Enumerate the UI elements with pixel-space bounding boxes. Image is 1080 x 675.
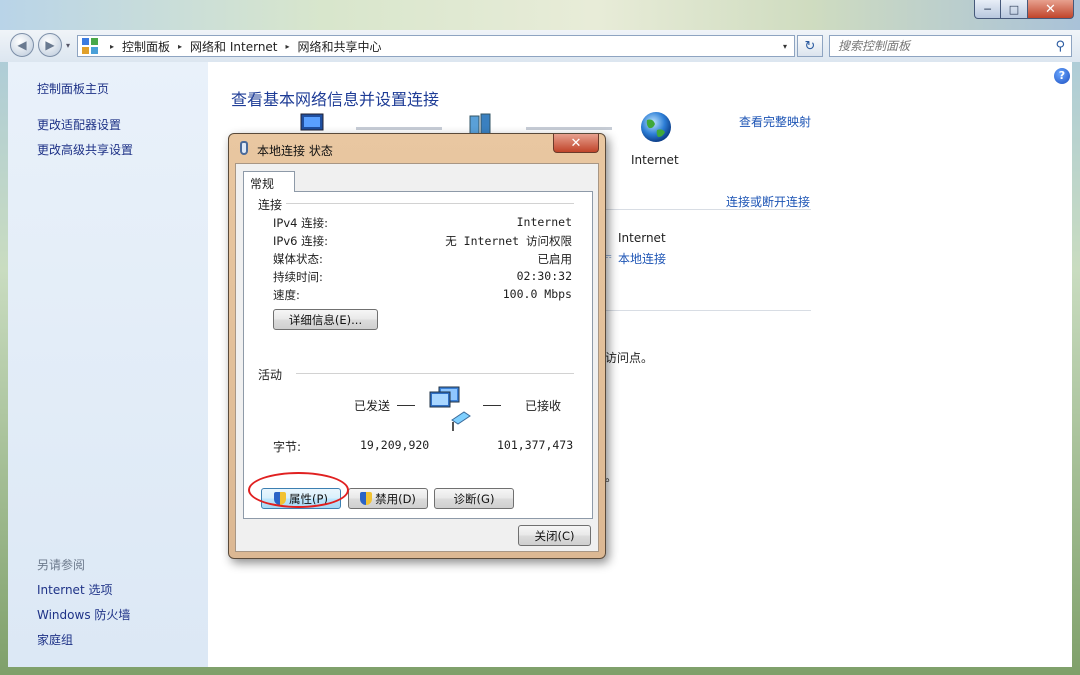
- ipv4-value: Internet: [516, 215, 572, 229]
- left-navigation-pane: 控制面板主页 更改适配器设置 更改高级共享设置 另请参阅 Internet 选项…: [8, 62, 208, 667]
- minimize-button[interactable]: ─: [974, 0, 1001, 19]
- window-caption-buttons: ─ □ ✕: [974, 0, 1074, 19]
- help-icon[interactable]: ?: [1054, 68, 1070, 84]
- disable-button-label: 禁用(D): [375, 491, 416, 506]
- sidebar-link-internet-options[interactable]: Internet 选项: [37, 581, 112, 598]
- activity-group-heading: 活动: [258, 366, 297, 383]
- address-bar[interactable]: ▸ 控制面板 ▸ 网络和 Internet ▸ 网络和共享中心 ▾: [77, 35, 795, 57]
- back-button[interactable]: ◀: [10, 33, 34, 57]
- received-dash: [483, 405, 501, 406]
- breadcrumb-separator-icon[interactable]: ▸: [110, 42, 114, 51]
- media-state-value: 已启用: [537, 252, 573, 266]
- media-state-label: 媒体状态:: [273, 252, 323, 266]
- network-map-connector: [356, 127, 442, 130]
- bytes-sent-value: 19,209,920: [360, 438, 430, 452]
- section-divider: [603, 310, 811, 311]
- window-titlebar: ─ □ ✕: [0, 0, 1080, 30]
- diagnose-button[interactable]: 诊断(G): [434, 488, 514, 509]
- search-icon[interactable]: ⚲: [1055, 39, 1065, 54]
- received-label: 已接收: [525, 399, 562, 413]
- search-box[interactable]: ⚲: [829, 35, 1072, 57]
- connection-plug-icon: [240, 141, 248, 155]
- partial-description-text: 访问点。: [605, 351, 654, 365]
- speed-value: 100.0 Mbps: [502, 287, 572, 301]
- internet-map-label: Internet: [631, 153, 679, 167]
- group-separator: [258, 373, 574, 374]
- sent-dash: [397, 405, 415, 406]
- connection-group-heading: 连接: [258, 196, 287, 213]
- breadcrumb-separator-icon[interactable]: ▸: [178, 42, 182, 51]
- breadcrumb-network-sharing-center[interactable]: 网络和共享中心: [298, 38, 382, 55]
- connect-disconnect-link[interactable]: 连接或断开连接: [726, 193, 810, 210]
- sidebar-link-control-panel-home[interactable]: 控制面板主页: [37, 80, 109, 97]
- general-tab-panel: 连接 IPv4 连接: Internet IPv6 连接: 无 Internet…: [243, 191, 593, 519]
- see-also-heading: 另请参阅: [37, 558, 86, 572]
- breadcrumb-separator-icon[interactable]: ▸: [286, 42, 290, 51]
- local-connection-link[interactable]: 本地连接: [618, 250, 666, 267]
- breadcrumb-control-panel[interactable]: 控制面板: [122, 38, 170, 55]
- highlight-annotation-ellipse: [248, 472, 349, 508]
- duration-value: 02:30:32: [516, 269, 572, 283]
- tab-general[interactable]: 常规: [243, 171, 295, 192]
- dialog-title: 本地连接 状态: [257, 144, 333, 158]
- control-panel-icon: [82, 38, 98, 54]
- recent-pages-dropdown-icon[interactable]: ▾: [66, 41, 70, 50]
- maximize-button[interactable]: □: [1001, 0, 1028, 19]
- duration-label: 持续时间:: [273, 270, 323, 284]
- globe-icon: [641, 112, 671, 142]
- bytes-received-value: 101,377,473: [497, 438, 574, 452]
- sidebar-link-change-advanced-sharing[interactable]: 更改高级共享设置: [37, 141, 133, 158]
- breadcrumb-network-internet[interactable]: 网络和 Internet: [190, 38, 277, 55]
- ipv4-label: IPv4 连接:: [273, 216, 328, 230]
- partial-description-text: 。: [605, 470, 618, 484]
- network-activity-icon: [429, 386, 471, 431]
- address-history-dropdown-icon[interactable]: ▾: [776, 36, 794, 56]
- sidebar-link-windows-firewall[interactable]: Windows 防火墙: [37, 606, 130, 623]
- refresh-button[interactable]: ↻: [797, 35, 823, 57]
- group-separator: [258, 203, 574, 204]
- page-title: 查看基本网络信息并设置连接: [231, 90, 440, 109]
- access-type-value: Internet: [618, 231, 666, 245]
- search-input[interactable]: [838, 39, 1048, 53]
- sidebar-link-change-adapter-settings[interactable]: 更改适配器设置: [37, 116, 121, 133]
- speed-label: 速度:: [273, 288, 300, 302]
- forward-button[interactable]: ▶: [38, 33, 62, 57]
- uac-shield-icon: [360, 492, 373, 505]
- bytes-label: 字节:: [273, 440, 302, 454]
- network-map-connector: [526, 127, 612, 130]
- dialog-close-button[interactable]: ✕: [553, 134, 599, 153]
- ipv6-label: IPv6 连接:: [273, 234, 328, 248]
- close-window-button[interactable]: ✕: [1028, 0, 1074, 19]
- sidebar-link-homegroup[interactable]: 家庭组: [37, 631, 73, 648]
- close-dialog-button[interactable]: 关闭(C): [518, 525, 591, 546]
- view-full-map-link[interactable]: 查看完整映射: [739, 113, 811, 130]
- disable-button[interactable]: 禁用(D): [348, 488, 428, 509]
- ipv6-value: 无 Internet 访问权限: [445, 234, 572, 248]
- navigation-toolbar: ◀ ▶ ▾ ▸ 控制面板 ▸ 网络和 Internet ▸ 网络和共享中心 ▾ …: [0, 30, 1080, 62]
- details-button[interactable]: 详细信息(E)...: [273, 309, 378, 330]
- sent-label: 已发送: [354, 399, 391, 413]
